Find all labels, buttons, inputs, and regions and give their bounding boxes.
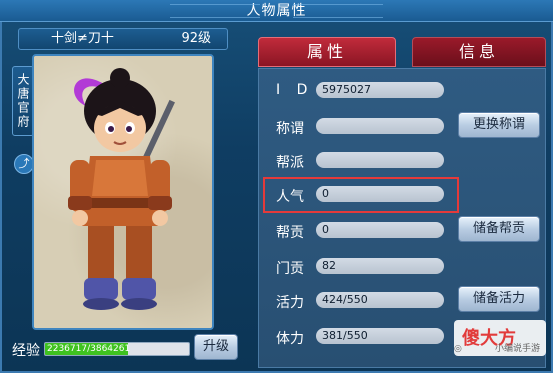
watermark-sub: 小编说手游 bbox=[494, 344, 540, 354]
row-field-sect-contribution: 82 bbox=[316, 258, 444, 274]
exp-text: 2236717/3864261 bbox=[47, 344, 131, 354]
window-title-bar: 人物属性 bbox=[0, 0, 553, 22]
row-field-guild-contribution: 0 bbox=[316, 222, 444, 238]
reserve-guild-contribution-button[interactable]: 储备帮贡 bbox=[458, 216, 540, 242]
watermark: 傻大方 ◎ 小编说手游 bbox=[454, 320, 546, 356]
row-field-guild bbox=[316, 152, 444, 168]
title-decoration-right bbox=[293, 4, 383, 18]
popularity-highlight bbox=[263, 177, 459, 213]
row-field-stamina: 381/550 bbox=[316, 328, 444, 344]
character-figure bbox=[68, 68, 175, 310]
character-portrait bbox=[32, 54, 214, 330]
row-field-vitality: 424/550 bbox=[316, 292, 444, 308]
row-label-id: I D bbox=[276, 82, 314, 98]
row-field-id: 5975027 bbox=[316, 82, 444, 98]
row-label-guild: 帮派 bbox=[276, 155, 304, 171]
row-label-title: 称谓 bbox=[276, 121, 304, 137]
row-label-guild-contribution: 帮贡 bbox=[276, 225, 304, 241]
tab-info[interactable]: 信息 bbox=[412, 37, 546, 67]
character-header: 十剑≠刀十 92级 bbox=[18, 28, 228, 50]
reserve-vitality-button[interactable]: 储备活力 bbox=[458, 286, 540, 312]
exp-bar: 2236717/3864261 bbox=[44, 342, 190, 356]
row-field-title bbox=[316, 118, 444, 134]
character-level: 92级 bbox=[181, 31, 211, 46]
sect-tab[interactable]: 大唐官府 bbox=[12, 66, 34, 136]
change-title-button[interactable]: 更换称谓 bbox=[458, 112, 540, 138]
share-icon[interactable]: ⤴ bbox=[14, 154, 34, 174]
tab-attributes[interactable]: 属性 bbox=[258, 37, 396, 67]
exp-label: 经验 bbox=[12, 343, 40, 359]
wechat-icon: ◎ bbox=[454, 344, 462, 354]
row-label-sect-contribution: 门贡 bbox=[276, 261, 304, 277]
title-decoration-left bbox=[170, 4, 260, 18]
character-name: 十剑≠刀十 bbox=[51, 31, 114, 46]
row-label-stamina: 体力 bbox=[276, 331, 304, 347]
row-label-vitality: 活力 bbox=[276, 295, 304, 311]
upgrade-button[interactable]: 升级 bbox=[194, 334, 238, 360]
